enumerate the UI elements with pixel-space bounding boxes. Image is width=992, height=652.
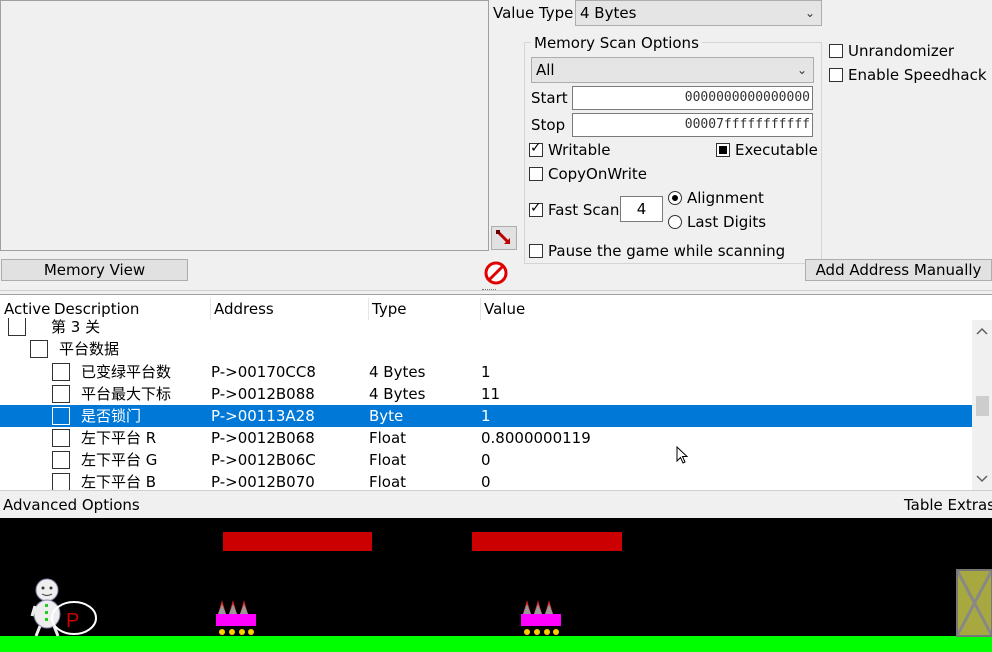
row-checkbox[interactable] (52, 407, 70, 425)
chevron-down-icon: ⌄ (796, 63, 807, 77)
executable-checkbox[interactable] (716, 143, 730, 157)
table-row-selected[interactable]: 是否锁门 P->00113A28 Byte 1 (0, 405, 972, 427)
last-digits-label: Last Digits (687, 213, 767, 231)
value-type-select[interactable]: 4 Bytes ⌄ (575, 0, 822, 26)
scrollbar-thumb (976, 396, 989, 416)
chevron-down-icon: ⌄ (804, 6, 815, 20)
executable-label: Executable (735, 141, 818, 159)
stop-label: Stop (531, 116, 566, 134)
row-description: 平台最大下标 (81, 385, 172, 403)
writable-label: Writable (548, 141, 611, 159)
region-value: All (536, 61, 555, 79)
row-type: 4 Bytes (369, 363, 426, 381)
locked-door (955, 569, 992, 637)
game-window[interactable]: P (0, 518, 992, 652)
row-value[interactable]: 1 (481, 361, 491, 383)
red-platform (472, 532, 622, 551)
stop-address-input[interactable]: 00007fffffffffff (572, 113, 813, 137)
row-value[interactable]: 0 (481, 471, 491, 490)
memory-view-button[interactable]: Memory View (1, 259, 188, 281)
row-checkbox[interactable] (30, 340, 48, 358)
green-ground (0, 636, 992, 652)
row-description: 左下平台 R (81, 429, 157, 447)
pointer-scan-button[interactable] (491, 226, 517, 250)
table-row[interactable]: 第 3 关 (0, 316, 972, 338)
row-description: 是否锁门 (81, 407, 142, 425)
vertical-scrollbar[interactable] (972, 320, 992, 490)
row-type: Float (369, 429, 407, 447)
row-description: 平台数据 (59, 340, 120, 358)
fast-scan-checkbox[interactable] (529, 200, 543, 217)
table-extras-button[interactable]: Table Extras (904, 496, 992, 514)
pause-game-checkbox[interactable] (529, 244, 543, 258)
spike-trap (216, 600, 256, 635)
row-address: P->0012B088 (211, 385, 315, 403)
last-digits-radio[interactable] (668, 215, 682, 229)
red-platform (223, 532, 372, 551)
stop-sign-icon[interactable] (483, 260, 509, 286)
speedhack-label: Enable Speedhack (848, 66, 987, 84)
table-row[interactable]: 左下平台 R P->0012B068 Float 0.8000000119 (0, 427, 972, 449)
row-type: 4 Bytes (369, 385, 426, 403)
scan-results-list[interactable] (0, 0, 489, 251)
fast-scan-label: Fast Scan (548, 201, 620, 219)
table-row[interactable]: 左下平台 B P->0012B070 Float 0 (0, 471, 972, 490)
chevron-up-icon (976, 327, 988, 335)
player-marker: P (66, 610, 79, 632)
row-description: 左下平台 B (81, 473, 157, 490)
row-address: P->0012B068 (211, 429, 315, 447)
add-address-manually-button[interactable]: Add Address Manually (805, 259, 992, 281)
speedhack-checkbox[interactable] (829, 68, 843, 82)
row-checkbox[interactable] (8, 318, 26, 336)
row-address: P->0012B06C (211, 451, 316, 469)
splitter-grip[interactable] (482, 289, 496, 292)
unrandomizer-checkbox[interactable] (829, 44, 843, 58)
alignment-radio[interactable] (668, 191, 682, 205)
table-row[interactable]: 左下平台 G P->0012B06C Float 0 (0, 449, 972, 471)
mouse-cursor-icon (676, 446, 689, 464)
start-label: Start (531, 89, 568, 107)
row-type: Float (369, 451, 407, 469)
player-character: P (30, 578, 97, 637)
row-checkbox[interactable] (52, 451, 70, 469)
row-address: P->0012B070 (211, 473, 315, 490)
value-type-label: Value Type (493, 4, 574, 22)
arrow-pointer-icon (496, 230, 511, 245)
row-description: 已变绿平台数 (81, 363, 172, 381)
row-type: Float (369, 473, 407, 490)
table-row[interactable]: 平台最大下标 P->0012B088 4 Bytes 11 (0, 383, 972, 405)
memory-scan-options-label: Memory Scan Options (531, 34, 702, 52)
row-type: Byte (369, 407, 404, 425)
advanced-options-button[interactable]: Advanced Options (3, 496, 140, 514)
row-address: P->00113A28 (211, 407, 315, 425)
unrandomizer-label: Unrandomizer (848, 42, 955, 60)
copyonwrite-label: CopyOnWrite (548, 165, 647, 183)
row-checkbox[interactable] (52, 429, 70, 447)
row-checkbox[interactable] (52, 385, 70, 403)
row-address: P->00170CC8 (211, 363, 316, 381)
start-address-input[interactable]: 0000000000000000 (572, 86, 813, 110)
row-checkbox[interactable] (52, 363, 70, 381)
value-type-value: 4 Bytes (580, 4, 637, 22)
row-description: 第 3 关 (51, 318, 101, 336)
pause-game-label: Pause the game while scanning (548, 242, 786, 260)
alignment-label: Alignment (687, 189, 764, 207)
writable-checkbox[interactable] (529, 140, 543, 157)
row-value[interactable]: 0 (481, 449, 491, 471)
row-value[interactable]: 11 (481, 383, 500, 405)
fast-scan-alignment-input[interactable]: 4 (620, 196, 663, 222)
copyonwrite-checkbox[interactable] (529, 167, 543, 181)
table-row[interactable]: 已变绿平台数 P->00170CC8 4 Bytes 1 (0, 361, 972, 383)
row-description: 左下平台 G (81, 451, 158, 469)
row-value[interactable]: 0.8000000119 (481, 427, 591, 449)
region-select[interactable]: All ⌄ (531, 57, 814, 83)
table-row[interactable]: 平台数据 (0, 338, 972, 360)
spike-trap (521, 600, 561, 635)
chevron-down-icon (976, 475, 988, 483)
row-value[interactable]: 1 (481, 405, 491, 427)
bottom-bar (0, 490, 992, 519)
row-checkbox[interactable] (52, 473, 70, 490)
